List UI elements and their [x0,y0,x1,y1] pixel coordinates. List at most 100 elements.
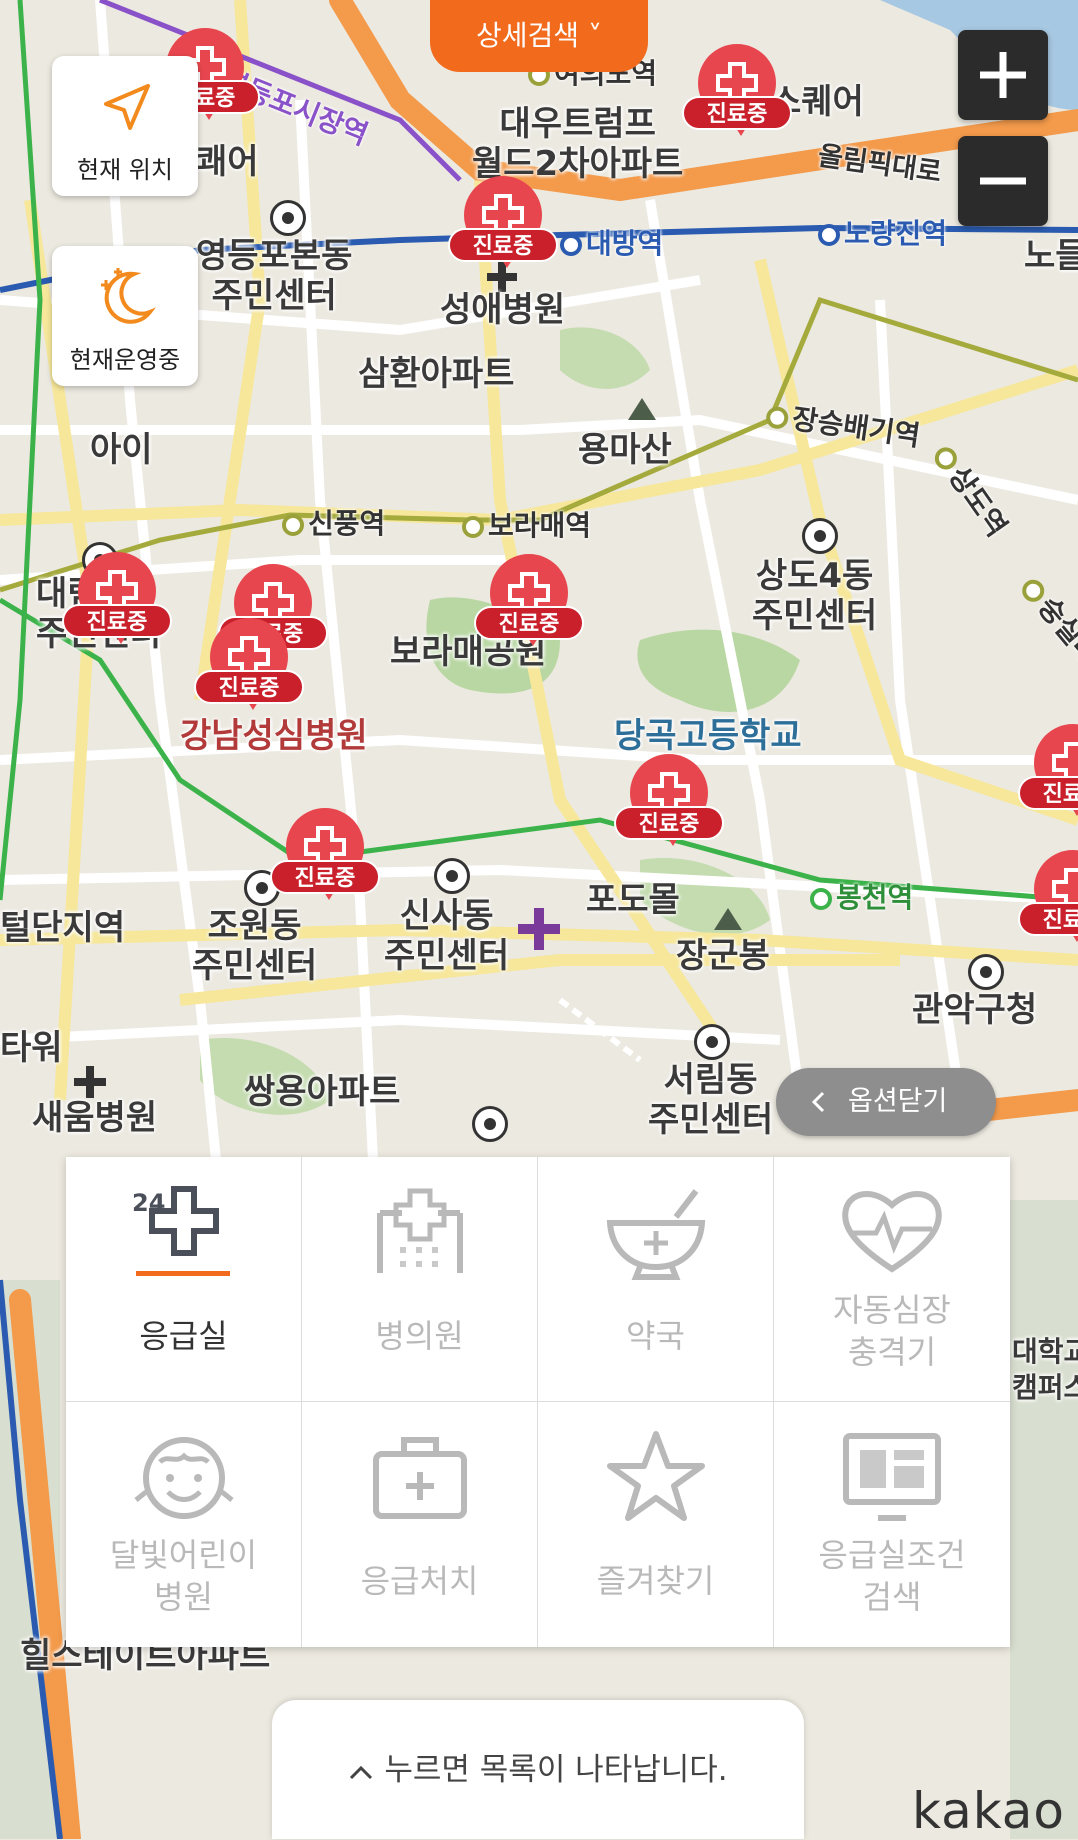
hospital-marker[interactable]: 진료중 [1018,850,1078,960]
option-label: 응급처치 [360,1562,479,1600]
option-pharmacy[interactable]: 약국 [538,1157,774,1402]
hospital-marker[interactable]: 진료중 [448,176,558,286]
hospital-marker[interactable]: 진료중 [194,618,304,728]
hospital-marker[interactable]: 진료중 [62,552,172,662]
map-label-square-left: 쾌어 [196,142,259,182]
marker-status-tag: 진료중 [270,860,380,894]
current-location-label: 현재 위치 [77,156,173,184]
current-location-button[interactable]: 현재 위치 [52,56,198,196]
marker-status-tag: 진료중 [614,806,724,840]
station-dot-icon [560,234,582,256]
close-options-button[interactable]: 옵션닫기 [776,1068,996,1136]
list-hint-row: 누르면 목록이 나타납니다. [272,1744,804,1789]
poi-dot-icon [694,1024,730,1060]
chevron-left-icon [811,1091,825,1113]
option-label: 자동심장 충격기 [833,1291,951,1371]
option-label: 병의원 [375,1317,464,1355]
poi-dot-icon [968,954,1004,990]
map-label-yeongdeungpo-bondong: 영등포본동 주민센터 [196,236,353,316]
close-options-label: 옵션닫기 [848,1086,948,1117]
station-dot-icon [764,405,790,431]
location-arrow-icon [104,84,150,130]
map-label-nodeul: 노들 [1024,236,1078,276]
marker-status-tag: 진료중 [194,670,304,704]
hospital-marker[interactable]: 진료중 [614,754,724,864]
map-label-saeum-hospital: 새움병원 [32,1098,158,1138]
map-label-janggunbong: 장군봉 [676,936,770,976]
station-boramae: 보라매역 [462,504,591,544]
map-label-danggok-high: 당곡고등학교 [614,716,802,756]
map-label-podomall: 포도몰 [586,880,680,920]
poi-dot-icon [802,518,838,554]
hospital-marker[interactable]: 진료중 [682,44,792,154]
map-label-university: 대학교 캠퍼스 [1012,1335,1078,1404]
option-er-condition-search[interactable]: 응급실조건 검색 [774,1402,1010,1647]
option-favorites[interactable]: 즐겨찾기 [538,1402,774,1647]
hospital-marker[interactable]: 진료중 [1018,724,1078,834]
option-aed[interactable]: 자동심장 충격기 [774,1157,1010,1402]
map-label-seongae-hospital: 성애병원 [440,290,566,330]
option-moonlight-children-hospital[interactable]: 달빛어린이 병원 [66,1402,302,1647]
map-label-tower: 타워 [0,1028,63,1068]
poi-dot-icon [270,200,306,236]
map-label-jowon-dong: 조원동 주민센터 [192,906,318,986]
option-emergency-room[interactable]: 24 응급실 [66,1157,302,1402]
emergency-room-24-icon: 24 [132,1186,230,1276]
station-dot-icon [282,514,304,536]
now-open-label: 현재운영중 [69,346,181,374]
option-hospital-clinic[interactable]: 병의원 [302,1157,538,1402]
station-daebang: 대방역 [560,222,663,262]
hospital-marker[interactable]: 진료중 [270,808,380,918]
minus-icon [980,177,1026,185]
station-bongcheon: 봉천역 [810,876,913,916]
poi-dot-icon [472,1106,508,1142]
marker-status-tag: 진료중 [682,96,792,130]
option-label: 응급실 [139,1317,228,1355]
option-label: 달빛어린이 병원 [109,1536,258,1616]
zoom-out-button[interactable] [958,136,1048,226]
station-noryangjin: 노량진역 [818,212,947,252]
marker-status-tag: 진료중 [1018,902,1078,936]
option-first-aid[interactable]: 응급처치 [302,1402,538,1647]
chevron-up-icon [350,1765,373,1779]
map-label-gwanak-gu-office: 관악구청 [912,990,1038,1030]
map-label-sangdo4dong: 상도4동 주민센터 [752,556,878,636]
option-label: 즐겨찾기 [596,1562,715,1600]
map-label-samhwan-apt: 삼환아파트 [358,354,515,394]
star-icon [607,1431,705,1521]
station-dot-icon [810,888,832,910]
pharmacy-bowl-icon [606,1189,706,1280]
option-label: 응급실조건 검색 [818,1536,966,1616]
map-label-seorim-dong: 서림동 주민센터 [648,1060,774,1140]
map-label-yongmasan: 용마산 [578,430,672,470]
marker-status-tag: 진료중 [448,228,558,262]
map-label-teoldanji: 털단지역 [0,908,126,948]
child-face-icon [134,1437,234,1519]
heart-pulse-icon [842,1191,942,1273]
zoom-in-button[interactable] [958,30,1048,120]
hospital-marker[interactable]: 진료중 [474,554,584,664]
station-dot-icon [818,224,840,246]
detail-search-button[interactable]: 상세검색 ˅ [430,0,648,72]
marker-status-tag: 진료중 [1018,776,1078,810]
first-aid-kit-icon [373,1437,467,1519]
option-label: 약국 [626,1317,685,1355]
kakao-logo: kakao [912,1782,1066,1840]
list-hint-text: 누르면 목록이 나타납니다. [384,1752,728,1788]
marker-status-tag: 진료중 [62,604,172,638]
plus-icon [980,52,1026,98]
monitor-search-icon [843,1433,941,1521]
map-label-ai: 아이 [90,430,153,470]
station-sinpung: 신풍역 [282,502,385,542]
poi-dot-icon [434,858,470,894]
map-label-ssangyong-apt: 쌍용아파트 [244,1072,401,1112]
marker-status-tag: 진료중 [474,606,584,640]
hospital-building-icon [377,1188,463,1273]
options-panel: 24 응급실 병의원 약국 자동심장 충격기 달빛어린이 병원 응급처치 즐겨찾… [66,1157,1010,1647]
map-label-daewoo-trump: 대우트럼프 월드2차아파트 [472,104,684,184]
moon-stars-icon [101,268,156,324]
now-open-button[interactable]: 현재운영중 [52,246,198,386]
station-dot-icon [462,516,484,538]
map-label-sinsa-dong: 신사동 주민센터 [384,896,510,976]
list-toggle-sheet[interactable]: 누르면 목록이 나타납니다. [272,1700,804,1839]
